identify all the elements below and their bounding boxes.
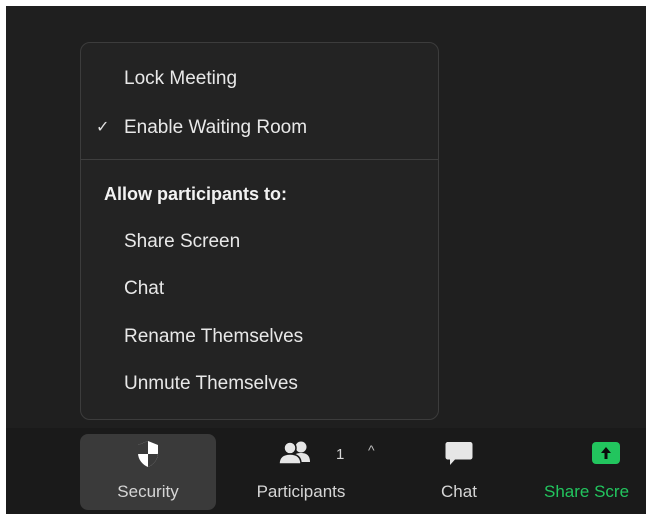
- checkmark-icon: ✓: [96, 119, 110, 136]
- menu-item-label: Unmute Themselves: [124, 373, 298, 394]
- menu-item-unmute-themselves[interactable]: Unmute Themselves: [81, 365, 438, 403]
- menu-item-label: Lock Meeting: [124, 68, 238, 89]
- menu-item-enable-waiting-room[interactable]: ✓ Enable Waiting Room: [81, 109, 438, 147]
- security-button[interactable]: Security: [80, 434, 216, 510]
- zoom-window: Lock Meeting ✓ Enable Waiting Room Allow…: [0, 0, 646, 522]
- security-label: Security: [117, 482, 179, 501]
- menu-divider: [81, 159, 438, 160]
- chat-label: Chat: [441, 482, 477, 501]
- share-screen-label: Share Scre: [544, 482, 630, 501]
- allow-participants-heading: Allow participants to:: [104, 184, 288, 204]
- menu-item-label: Rename Themselves: [124, 326, 304, 347]
- participants-button[interactable]: 1 ^ Participants: [236, 434, 375, 510]
- window-bottom-edge: [0, 514, 646, 522]
- security-menu: Lock Meeting ✓ Enable Waiting Room Allow…: [80, 42, 439, 420]
- participants-label: Participants: [256, 482, 346, 501]
- share-screen-arrow-icon: [591, 440, 621, 471]
- menu-item-rename-themselves[interactable]: Rename Themselves: [81, 318, 438, 356]
- participant-count: 1: [336, 446, 345, 463]
- menu-item-label: Share Screen: [124, 231, 241, 252]
- menu-item-label: Enable Waiting Room: [124, 117, 308, 138]
- menu-item-lock-meeting[interactable]: Lock Meeting: [81, 60, 438, 98]
- meeting-toolbar: Security 1 ^ Participants Chat Share Scr…: [6, 428, 646, 514]
- menu-item-chat[interactable]: Chat: [81, 270, 438, 308]
- chat-button[interactable]: Chat: [424, 434, 494, 510]
- share-screen-button[interactable]: Share Scre: [536, 434, 646, 510]
- shield-icon: [136, 440, 160, 473]
- chat-bubble-icon: [444, 440, 474, 473]
- people-icon: [277, 440, 313, 471]
- menu-item-label: Chat: [124, 278, 165, 299]
- chevron-up-icon[interactable]: ^: [368, 442, 375, 458]
- menu-item-share-screen[interactable]: Share Screen: [81, 223, 438, 261]
